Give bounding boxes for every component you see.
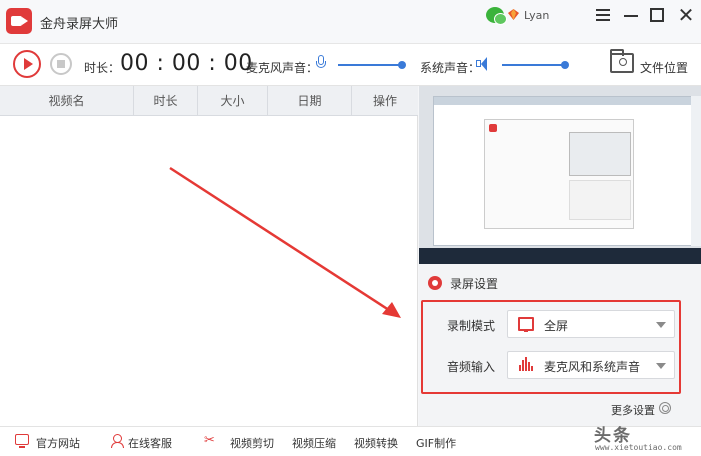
system-volume-slider[interactable]: [502, 61, 569, 69]
record-mode-dropdown[interactable]: 全屏: [507, 310, 675, 338]
maximize-icon[interactable]: [648, 6, 668, 24]
gear-icon[interactable]: [659, 402, 671, 414]
file-location-button[interactable]: 文件位置: [640, 59, 688, 76]
chevron-down-icon: [656, 363, 666, 369]
column-header-action[interactable]: 操作: [352, 86, 418, 116]
monitor-icon: [518, 317, 534, 332]
support-link[interactable]: 在线客服: [128, 435, 172, 451]
right-panel: 录屏设置 录制模式 全屏 音频输入 麦克风和系统声音 更多设置: [419, 86, 701, 426]
scissors-icon[interactable]: ✂: [204, 434, 218, 448]
video-list: [0, 116, 418, 426]
close-icon[interactable]: ✕: [676, 5, 696, 25]
app-logo-icon: [6, 8, 32, 34]
support-icon[interactable]: [110, 434, 124, 448]
toolbar: 时长： 00 : 00 : 00 麦克风声音： 系统声音： 文件位置: [0, 44, 701, 86]
record-mode-value: 全屏: [544, 319, 569, 333]
column-header-duration[interactable]: 时长: [134, 86, 198, 116]
app-title: 金舟录屏大师: [40, 17, 119, 32]
chevron-down-icon: [656, 322, 666, 328]
column-header-date[interactable]: 日期: [268, 86, 352, 116]
mic-volume-slider[interactable]: [338, 61, 406, 69]
gif-make-link[interactable]: GIF制作: [416, 435, 456, 451]
system-volume-knob[interactable]: [561, 61, 569, 69]
more-settings-link[interactable]: 更多设置: [611, 402, 655, 418]
mic-volume-knob[interactable]: [398, 61, 406, 69]
play-icon[interactable]: [13, 50, 41, 78]
timer: 00 : 00 : 00: [120, 51, 253, 76]
stop-icon[interactable]: [50, 53, 72, 75]
settings-title: 录屏设置: [450, 277, 499, 291]
gear-icon: [428, 276, 442, 290]
username[interactable]: Lyan: [524, 9, 549, 22]
audio-input-label: 音频输入: [447, 360, 496, 374]
website-link[interactable]: 官方网站: [36, 435, 80, 451]
minimize-icon[interactable]: [622, 6, 642, 24]
audio-input-value: 麦克风和系统声音: [544, 360, 641, 374]
mic-label: 麦克风声音：: [246, 61, 319, 75]
annotation-arrow: [169, 166, 401, 318]
folder-icon[interactable]: [610, 49, 634, 73]
column-header-name[interactable]: 视频名: [0, 86, 134, 116]
mic-icon[interactable]: [316, 55, 326, 73]
video-cut-link[interactable]: 视频剪切: [230, 435, 274, 451]
menu-icon[interactable]: [594, 6, 614, 24]
watermark: 头条 www.xietoutiao.com: [594, 421, 701, 456]
video-convert-link[interactable]: 视频转换: [354, 435, 398, 451]
video-compress-link[interactable]: 视频压缩: [292, 435, 336, 451]
watermark-url: www.xietoutiao.com: [595, 443, 682, 452]
duration-label: 时长：: [84, 61, 121, 75]
audio-input-dropdown[interactable]: 麦克风和系统声音: [507, 351, 675, 379]
waveform-icon: [518, 357, 534, 372]
title-bar: 金舟录屏大师 Lyan ✕: [0, 0, 701, 44]
system-sound-label: 系统声音：: [420, 61, 481, 75]
wechat-icon[interactable]: [486, 7, 507, 25]
website-icon[interactable]: [15, 434, 29, 448]
video-table-header: 视频名 时长 大小 日期 操作: [0, 86, 418, 116]
screen-preview: [419, 86, 701, 264]
record-mode-label: 录制模式: [447, 319, 496, 333]
column-header-size[interactable]: 大小: [198, 86, 268, 116]
speaker-icon[interactable]: [476, 56, 492, 72]
vip-icon: [508, 9, 519, 20]
